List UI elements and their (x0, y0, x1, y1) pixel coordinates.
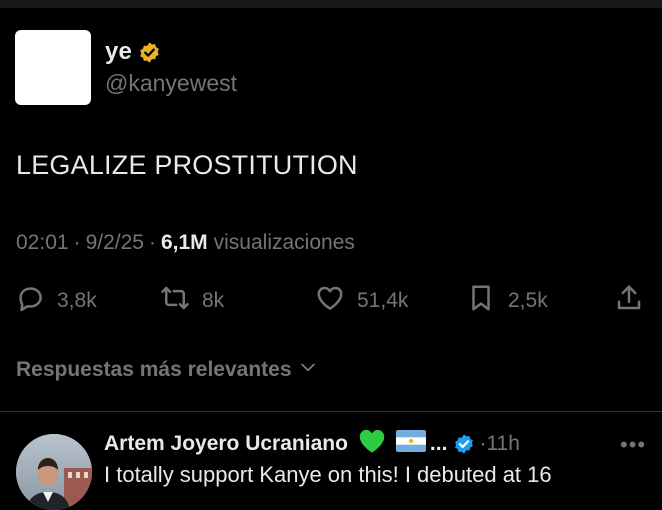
tweet-text: LEGALIZE PROSTITUTION (16, 150, 358, 180)
reply-separator: · (479, 432, 487, 455)
more-options-icon[interactable]: ••• (620, 432, 646, 458)
tweet-time[interactable]: 02:01 (16, 231, 69, 255)
bookmark-icon (466, 283, 496, 319)
reply-author-name[interactable]: Artem Joyero Ucraniano (104, 432, 348, 456)
replies-sort-dropdown[interactable]: Respuestas más relevantes (16, 357, 318, 383)
tweet-meta: 02:01 · 9/2/25 · 6,1M visualizaciones (16, 231, 355, 255)
top-bar (0, 0, 662, 8)
bookmark-count: 2,5k (508, 289, 548, 312)
like-count: 51,4k (357, 289, 409, 312)
reply-button[interactable]: 3,8k (15, 283, 97, 319)
reply-count: 3,8k (57, 289, 97, 312)
blue-verified-badge-icon[interactable] (453, 433, 475, 455)
share-icon (614, 283, 644, 319)
tweet-actions: 3,8k 8k 51,4k 2,5k (0, 283, 662, 319)
meta-separator: · (73, 231, 81, 254)
repost-count: 8k (202, 289, 225, 312)
views-count[interactable]: 6,1M (161, 231, 208, 255)
section-divider (0, 411, 662, 412)
gold-verified-badge-icon[interactable] (138, 41, 161, 64)
repost-button[interactable]: 8k (160, 283, 224, 319)
author-display-name[interactable]: ye (105, 38, 132, 66)
argentina-flag-emoji-icon (395, 430, 426, 458)
views-label: visualizaciones (213, 231, 355, 254)
author-handle[interactable]: @kanyewest (105, 70, 237, 97)
meta-separator: · (148, 231, 156, 254)
reply-author-avatar[interactable] (16, 434, 92, 510)
reply-name-ellipsis: ... (429, 432, 448, 455)
repost-icon (160, 283, 190, 319)
reply-time[interactable]: 11h (486, 432, 519, 456)
tweet-date[interactable]: 9/2/25 (86, 231, 144, 255)
bookmark-button[interactable]: 2,5k (466, 283, 548, 319)
share-button[interactable] (614, 283, 644, 319)
like-button[interactable]: 51,4k (315, 283, 408, 319)
green-heart-emoji-icon (358, 428, 386, 460)
heart-icon (315, 283, 345, 319)
reply-header: Artem Joyero Ucraniano ... · 11h (104, 428, 520, 460)
author-name-row: ye (105, 38, 161, 66)
reply-icon (15, 283, 45, 319)
replies-heading-label: Respuestas más relevantes (16, 358, 292, 381)
chevron-down-icon (298, 357, 318, 383)
reply-text: I totally support Kanye on this! I debut… (104, 462, 552, 487)
author-avatar[interactable] (15, 30, 91, 105)
